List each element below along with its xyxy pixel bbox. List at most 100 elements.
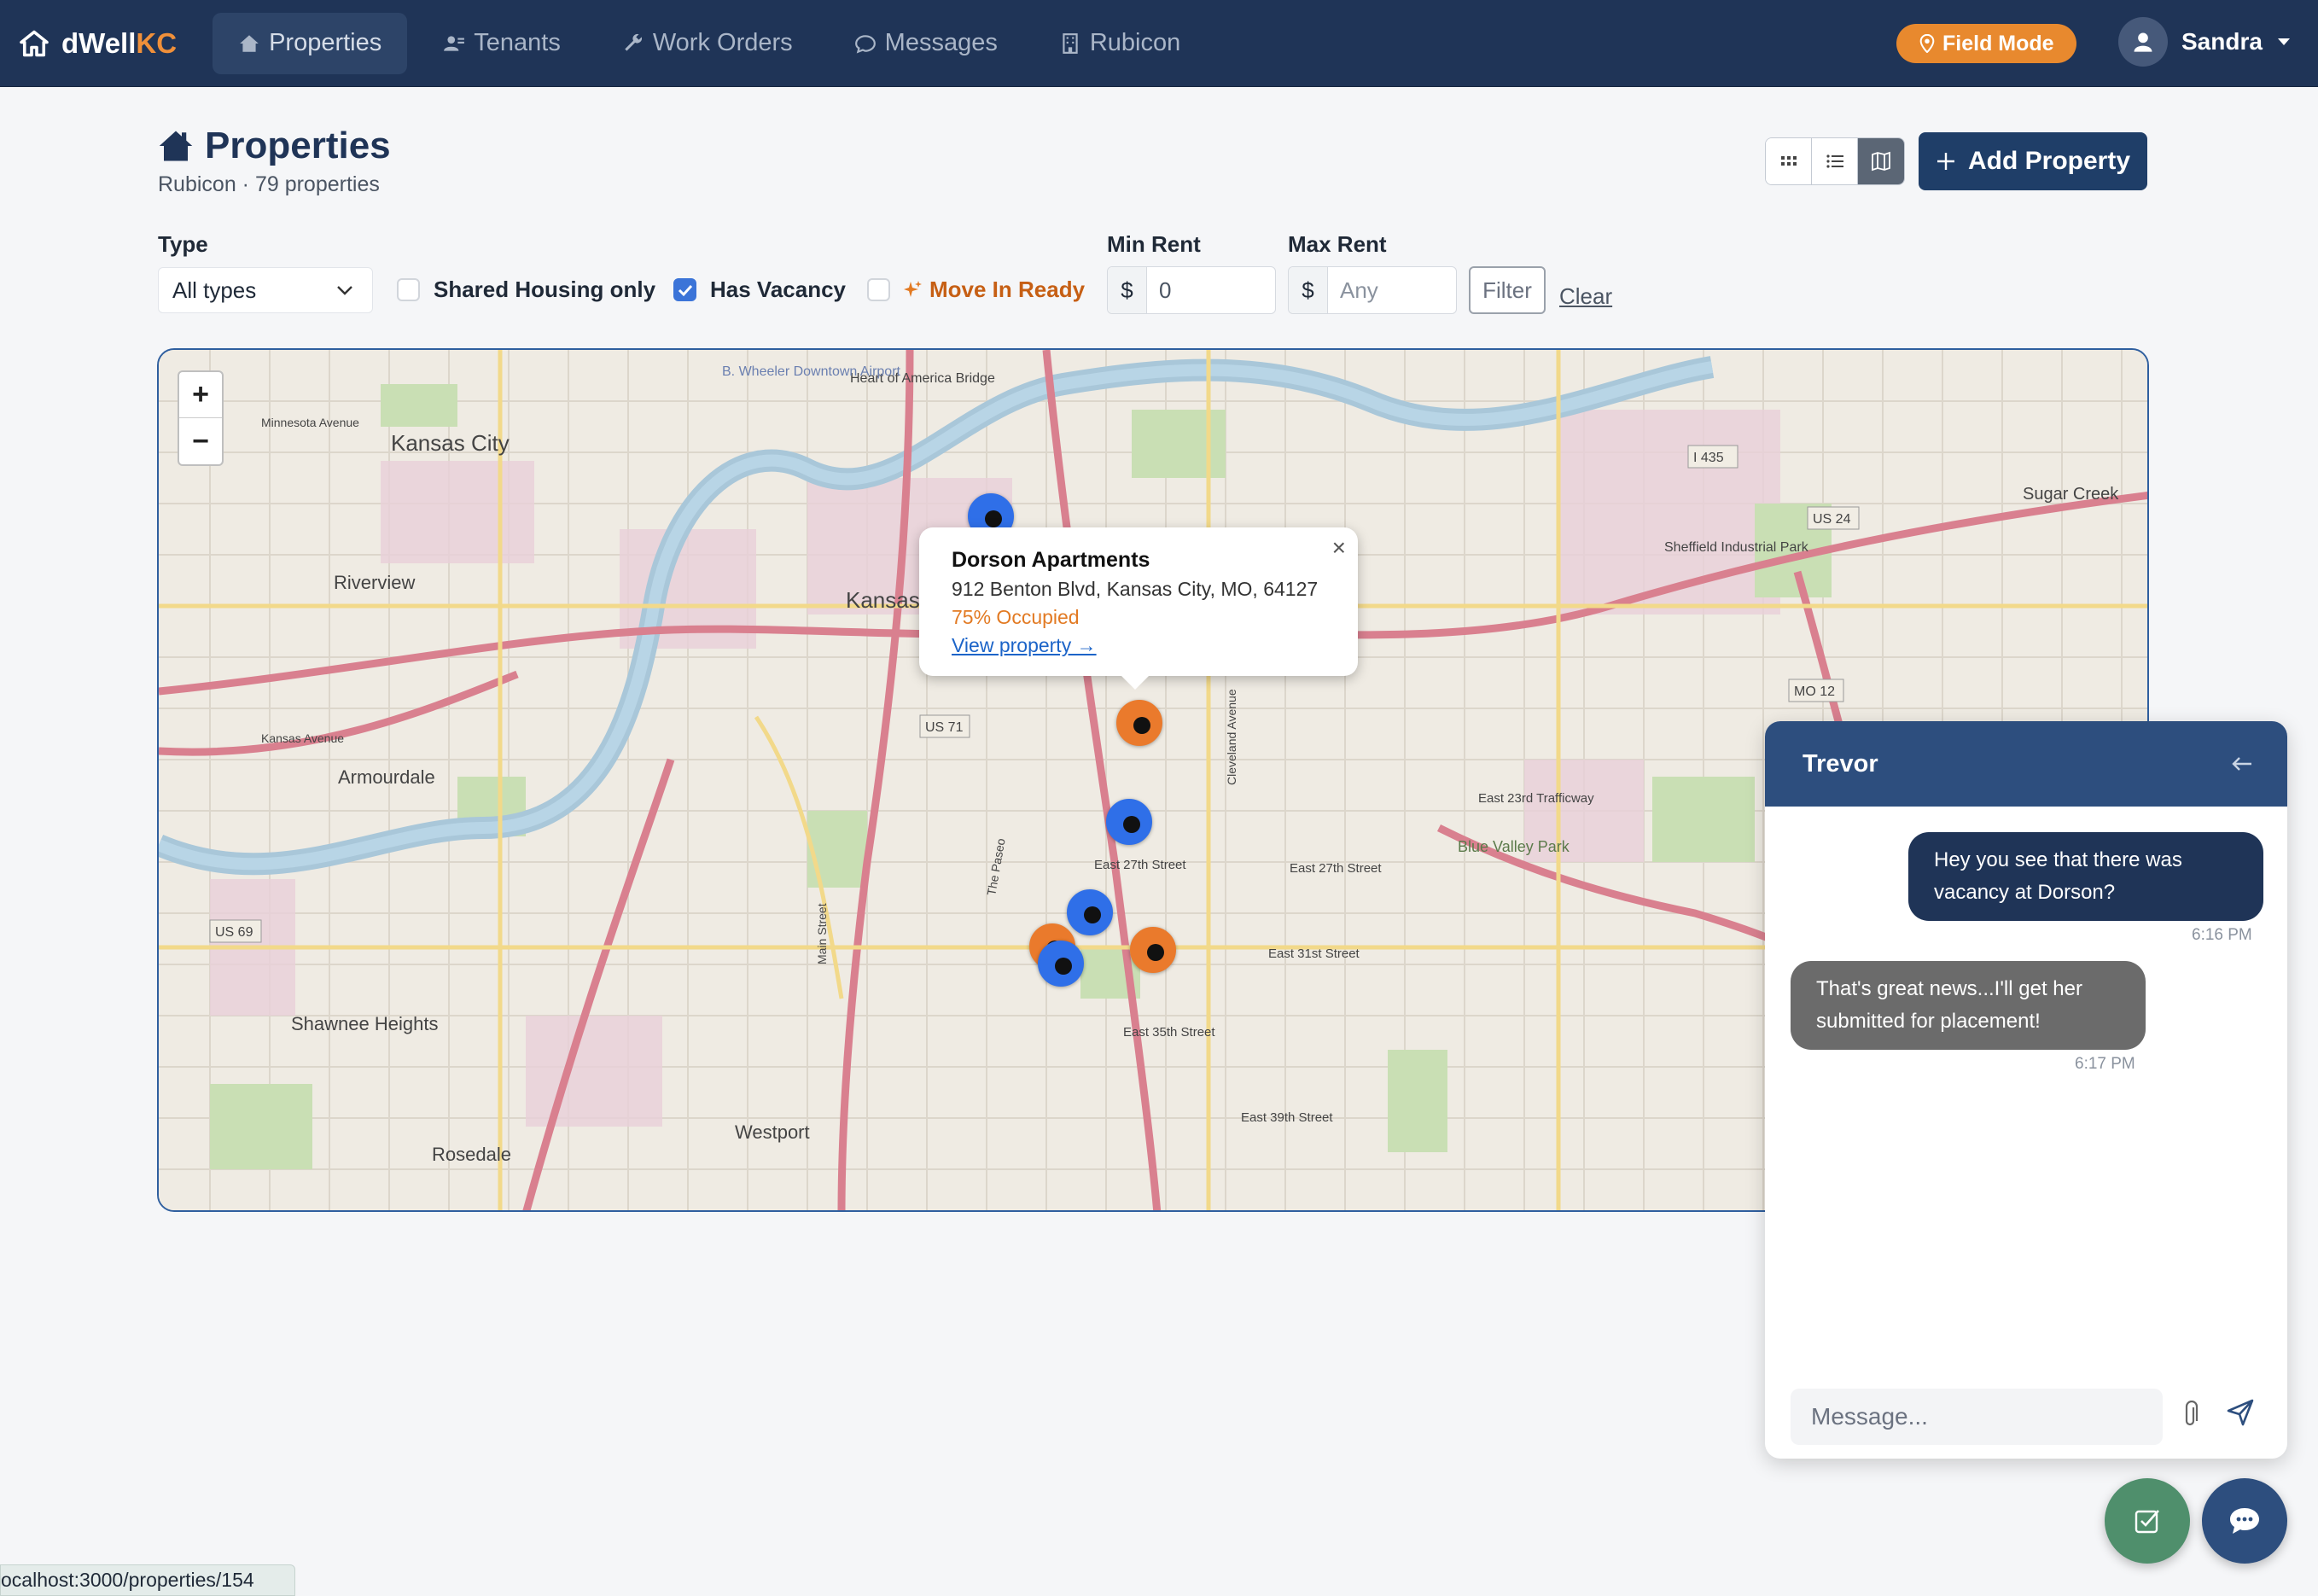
house-icon [159, 131, 193, 161]
map-label-rosedale: Rosedale [432, 1144, 511, 1165]
chat-message-outgoing: Hey you see that there was vacancy at Do… [1908, 832, 2263, 921]
people-icon [444, 35, 465, 51]
zoom-in-button[interactable]: + [179, 372, 222, 418]
zoom-control: + − [178, 370, 224, 466]
map-marker[interactable] [1106, 799, 1152, 845]
page-title-text: Properties [205, 125, 391, 166]
list-view-icon [1826, 154, 1843, 168]
shared-housing-box[interactable] [397, 278, 420, 301]
map-view-icon [1872, 151, 1890, 172]
status-bar-url: ocalhost:3000/properties/154 [0, 1564, 295, 1596]
chat-fab-button[interactable] [2202, 1478, 2287, 1564]
map-marker[interactable] [1038, 941, 1084, 987]
map-marker[interactable] [1130, 927, 1176, 973]
min-rent-input-group: $ 0 [1107, 266, 1276, 314]
grid-view-icon [1780, 156, 1797, 166]
add-property-button[interactable]: Add Property [1919, 132, 2147, 190]
map-label-sugar-creek: Sugar Creek [2023, 485, 2119, 504]
paperclip-icon[interactable] [2181, 1401, 2199, 1430]
list-view-button[interactable] [1812, 138, 1858, 184]
chat-panel: Trevor Hey you see that there was vacanc… [1765, 721, 2287, 1459]
view-toggle [1765, 137, 1905, 185]
shared-housing-label: Shared Housing only [434, 277, 656, 302]
sparkle-icon [904, 280, 922, 297]
filter-button[interactable]: Filter [1469, 266, 1546, 314]
popup-title: Dorson Apartments [952, 548, 1150, 572]
plus-icon [1937, 153, 1954, 170]
max-rent-input[interactable]: Any [1328, 267, 1456, 313]
popup-address: 912 Benton Blvd, Kansas City, MO, 64127 [952, 578, 1319, 600]
nav-messages[interactable]: Messages [829, 13, 1023, 74]
property-popup: × Dorson Apartments 912 Benton Blvd, Kan… [919, 527, 1358, 690]
map-label-main-street: Main Street [815, 903, 829, 964]
send-icon[interactable] [2226, 1398, 2255, 1427]
nav-rubicon[interactable]: Rubicon [1034, 13, 1206, 74]
max-rent-input-group: $ Any [1288, 266, 1457, 314]
shield-us69: US 69 [215, 925, 253, 940]
chevron-down-icon [337, 286, 352, 295]
wrench-icon [625, 33, 642, 51]
shield-us71: US 71 [925, 720, 964, 735]
top-navbar: dWellKC Properties Tenants Work Orders M… [0, 0, 2318, 87]
map-label-27th: East 27th Street [1094, 858, 1186, 872]
nav-properties-label: Properties [269, 29, 382, 56]
brand-accent: KC [136, 26, 178, 59]
has-vacancy-box[interactable] [673, 278, 696, 301]
map-label-riverview: Riverview [334, 572, 415, 593]
brand-name: dWell [61, 26, 137, 59]
clear-filters-link[interactable]: Clear [1559, 283, 1612, 310]
shared-housing-checkbox[interactable]: Shared Housing only [397, 277, 655, 303]
map-view-button[interactable] [1858, 138, 1904, 184]
map-label-kansas-city-ks: Kansas City [391, 430, 510, 456]
type-select-value: All types [172, 277, 257, 303]
house-icon [240, 34, 259, 52]
map-label-cleveland: Cleveland Avenue [1225, 689, 1238, 785]
chat-icon [854, 34, 876, 54]
user-name: Sandra [2181, 28, 2263, 55]
field-mode-button[interactable]: Field Mode [1896, 24, 2076, 63]
chat-message-time: 6:16 PM [2192, 926, 2252, 944]
map-marker[interactable] [1067, 889, 1113, 935]
caret-down-icon [2277, 38, 2290, 45]
location-pin-icon [1919, 34, 1935, 53]
map-marker-dorson[interactable] [1116, 700, 1162, 746]
has-vacancy-checkbox[interactable]: Has Vacancy [673, 277, 846, 303]
checkbox-icon [2135, 1510, 2159, 1534]
has-vacancy-label: Has Vacancy [710, 277, 847, 302]
move-in-ready-checkbox[interactable]: Move In Ready [867, 277, 1085, 303]
nav-properties[interactable]: Properties [213, 12, 408, 74]
nav-tenants-label: Tenants [474, 29, 561, 56]
popup-view-property-link[interactable]: View property → [952, 634, 1325, 657]
map-label-31st: East 31st Street [1268, 947, 1360, 961]
arrow-left-icon[interactable] [2231, 755, 2253, 772]
nav-work-orders[interactable]: Work Orders [597, 13, 818, 74]
map-label-airport: B. Wheeler Downtown Airport [722, 364, 901, 379]
chat-contact-name: Trevor [1803, 749, 1878, 778]
map-label-minnesota: Minnesota Avenue [261, 416, 359, 429]
nav-tenants[interactable]: Tenants [417, 13, 586, 74]
chat-bubble-icon [2230, 1508, 2259, 1534]
grid-view-button[interactable] [1766, 138, 1812, 184]
zoom-out-button[interactable]: − [179, 418, 222, 464]
chat-header: Trevor [1765, 721, 2287, 807]
min-rent-label: Min Rent [1107, 231, 1201, 257]
move-in-ready-box[interactable] [867, 278, 890, 301]
type-filter-label: Type [158, 231, 208, 257]
nav-work-orders-label: Work Orders [652, 29, 793, 56]
building-icon [1063, 32, 1078, 54]
map-label-sheffield: Sheffield Industrial Park [1664, 540, 1809, 555]
chat-message-input[interactable]: Message... [1791, 1389, 2163, 1445]
map-label-armourdale: Armourdale [338, 766, 435, 788]
type-select[interactable]: All types [158, 267, 373, 313]
min-rent-input[interactable]: 0 [1147, 267, 1275, 313]
nav-rubicon-label: Rubicon [1089, 29, 1181, 56]
brand-logo[interactable]: dWellKC [19, 27, 177, 60]
check-icon [678, 284, 692, 296]
tasks-fab-button[interactable] [2105, 1478, 2190, 1564]
user-menu[interactable]: Sandra [2118, 17, 2292, 67]
map-label-39th: East 39th Street [1241, 1110, 1333, 1125]
popup-close-button[interactable]: × [1332, 534, 1346, 562]
map-label-shawnee-heights: Shawnee Heights [291, 1013, 438, 1034]
field-mode-label: Field Mode [1942, 31, 2054, 55]
map-label-westport: Westport [735, 1121, 810, 1143]
